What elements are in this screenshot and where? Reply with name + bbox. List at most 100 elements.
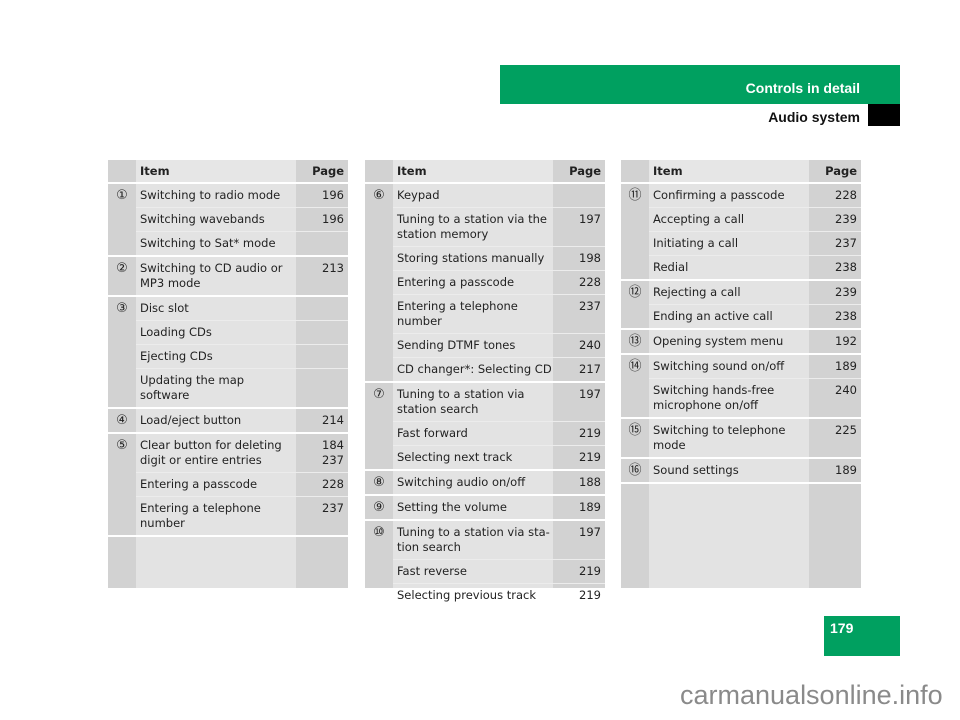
item-description: Accepting a call: [653, 212, 745, 226]
item-description: Fast reverse: [397, 564, 467, 578]
item-description: Entering a passcode: [397, 275, 515, 289]
page-number-box: 179: [824, 616, 900, 656]
page-reference: 228: [322, 477, 344, 491]
item-description: Confirming a passcode: [653, 188, 785, 202]
table-row: Storing stations manually 198: [393, 246, 605, 270]
item-description: Tuning to a station via station search: [397, 387, 525, 416]
item-number: ①: [116, 188, 128, 203]
table-row: CD changer*: Selecting CD 217: [393, 357, 605, 381]
item-description: Entering a passcode: [140, 477, 258, 491]
header-page: Page: [825, 164, 857, 178]
page-reference: 225: [835, 423, 857, 437]
table-row: Selecting previous track 219: [393, 583, 605, 607]
table-row: Accepting a call 239: [649, 207, 861, 231]
group-rows: Clear button for deleting digit or entir…: [136, 434, 348, 535]
item-group: ⑦ Tuning to a station via station search 1…: [365, 383, 605, 471]
page-reference: [296, 236, 348, 251]
table-row: Disc slot: [136, 297, 348, 320]
table-row: Switching to telephone mode 225: [649, 419, 861, 457]
item-description: Setting the volume: [397, 500, 507, 514]
item-description: Storing stations manually: [397, 251, 545, 265]
item-number: ③: [116, 301, 128, 316]
item-description: Switching hands-free microphone on/off: [653, 383, 775, 412]
item-description: Switching to telephone mode: [653, 423, 786, 452]
page-reference: 198: [579, 251, 601, 265]
item-number: ②: [116, 261, 128, 276]
item-number: ⑦: [373, 387, 385, 402]
item-description: Sound settings: [653, 463, 739, 477]
table-row: Updating the map software: [136, 368, 348, 407]
item-group: ④ Load/eject button 214: [108, 409, 348, 434]
table-row: Keypad: [393, 184, 605, 207]
item-description: Selecting previous track: [397, 588, 537, 602]
item-description: Keypad: [397, 188, 440, 202]
page-reference: 197: [579, 525, 601, 539]
item-description: Switching wavebands: [140, 212, 265, 226]
item-description: Ending an active call: [653, 309, 773, 323]
item-number: ⑧: [373, 475, 385, 490]
group-rows: Load/eject button 214: [136, 409, 348, 432]
item-number: ⑤: [116, 438, 128, 453]
group-rows: Switching to CD audio or MP3 mode 213: [136, 257, 348, 295]
item-number: ⑬: [628, 334, 642, 349]
section-title: Controls in detail: [745, 80, 860, 96]
item-description: Opening system menu: [653, 334, 784, 348]
item-description: Rejecting a call: [653, 285, 741, 299]
item-description: Switching to radio mode: [140, 188, 281, 202]
table-content: Item Page ⑥ Keypad Tuning to a station via t…: [365, 160, 605, 609]
page-reference: [296, 301, 348, 316]
table-row: Opening system menu 192: [649, 330, 861, 353]
group-rows: Disc slot Loading CDs Ejecting CDs Updating…: [136, 297, 348, 407]
table-row: Selecting next track 219: [393, 445, 605, 469]
table-row: Entering a passcode 228: [393, 270, 605, 294]
item-description: Switching to Sat* mode: [140, 236, 276, 250]
page-reference: 214: [322, 413, 344, 427]
table-row: Clear button for deleting digit or entir…: [136, 434, 348, 472]
page-reference: 189: [835, 463, 857, 477]
group-rows: Switching audio on/off 188: [393, 471, 605, 494]
item-number: ⑪: [628, 188, 642, 203]
item-group: ⑨ Setting the volume 189: [365, 496, 605, 521]
table-row: Rejecting a call 239: [649, 281, 861, 304]
page-reference: 196: [322, 188, 344, 202]
table-row: Ending an active call 238: [649, 304, 861, 328]
item-number: ⑨: [373, 500, 385, 515]
item-number: ⑥: [373, 188, 385, 203]
page-reference: 192: [835, 334, 857, 348]
table-header-row: Item Page: [108, 160, 348, 184]
header-number-cell: [365, 160, 393, 182]
header-page: Page: [569, 164, 601, 178]
item-group: ⑩ Tuning to a station via sta-tion search…: [365, 521, 605, 609]
item-number: ⑩: [373, 525, 385, 540]
table-row: Switching to radio mode 196: [136, 184, 348, 207]
page-reference: 213: [322, 261, 344, 275]
item-description: Sending DTMF tones: [397, 338, 516, 352]
page-reference: 237: [835, 236, 857, 250]
item-description: Ejecting CDs: [140, 349, 213, 363]
item-group: ⑧ Switching audio on/off 188: [365, 471, 605, 496]
item-description: Selecting next track: [397, 450, 513, 464]
page-reference: 189: [579, 500, 601, 514]
table-row: Loading CDs: [136, 320, 348, 344]
header-marker-block: [868, 104, 900, 126]
page-reference: 219: [579, 588, 601, 602]
table-row: Tuning to a station via the station memo…: [393, 207, 605, 246]
group-rows: Keypad Tuning to a station via the statio…: [393, 184, 605, 381]
page-reference: [553, 188, 605, 203]
item-group: ① Switching to radio mode 196 Switching wav…: [108, 184, 348, 257]
page-reference: 228: [835, 188, 857, 202]
group-rows: Switching to radio mode 196 Switching wave…: [136, 184, 348, 255]
item-description: Loading CDs: [140, 325, 212, 339]
item-number: ⑭: [628, 359, 642, 374]
page-reference: [296, 373, 348, 403]
page-reference: [296, 325, 348, 340]
item-description: Tuning to a station via sta-tion search: [397, 525, 550, 554]
table-row: Initiating a call 237: [649, 231, 861, 255]
page-reference: 228: [579, 275, 601, 289]
table-row: Sound settings 189: [649, 459, 861, 482]
subsection-title: Audio system: [768, 109, 860, 125]
table-row: Setting the volume 189: [393, 496, 605, 519]
page-reference: 217: [579, 362, 601, 376]
group-rows: Switching to telephone mode 225: [649, 419, 861, 457]
item-number: ⑮: [628, 423, 642, 438]
